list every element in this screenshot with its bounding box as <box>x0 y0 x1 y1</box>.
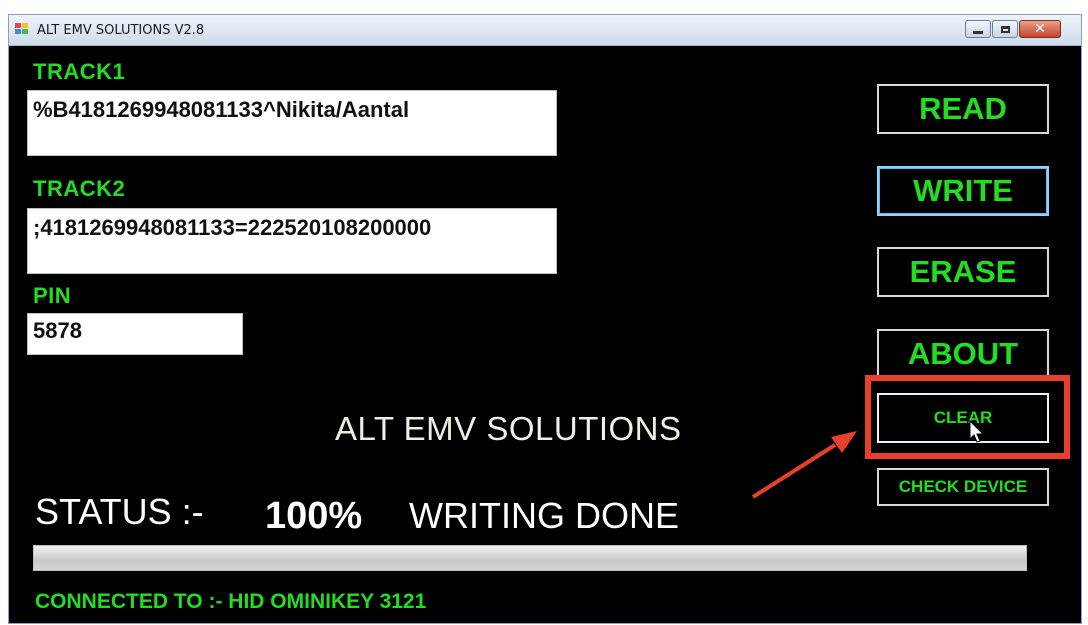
about-button[interactable]: ABOUT <box>877 329 1049 379</box>
track2-label: TRACK2 <box>33 176 126 201</box>
window-title: ALT EMV SOLUTIONS V2.8 <box>37 23 205 38</box>
connected-label: CONNECTED TO :- HID OMINIKEY 3121 <box>35 590 427 613</box>
progress-fill <box>34 546 1026 570</box>
clear-highlight-box <box>865 375 1070 459</box>
minimize-button[interactable] <box>965 20 991 38</box>
close-icon: ✕ <box>1034 21 1046 37</box>
track1-label: TRACK1 <box>33 59 126 84</box>
title-bar[interactable]: ALT EMV SOLUTIONS V2.8 ✕ <box>9 15 1081 46</box>
progress-bar <box>33 545 1027 571</box>
close-button[interactable]: ✕ <box>1019 20 1061 38</box>
read-button[interactable]: READ <box>877 84 1049 134</box>
status-message: WRITING DONE <box>409 495 679 536</box>
brand-title: ALT EMV SOLUTIONS <box>335 410 682 447</box>
arrow-annotation <box>751 431 857 499</box>
track2-input[interactable]: ;4181269948081133=222520108200000 <box>27 208 557 274</box>
write-button[interactable]: WRITE <box>877 166 1049 216</box>
status-percent: 100% <box>265 495 363 537</box>
minimize-icon <box>973 30 983 34</box>
maximize-icon <box>1000 25 1010 33</box>
check-device-button[interactable]: CHECK DEVICE <box>877 468 1049 506</box>
app-window: ALT EMV SOLUTIONS V2.8 ✕ TRACK1 %B418126… <box>8 14 1082 624</box>
mouse-cursor-icon <box>969 420 985 443</box>
track1-input[interactable]: %B4181269948081133^Nikita/Aantal <box>27 90 557 156</box>
status-label: STATUS :- <box>35 491 204 532</box>
app-icon <box>15 23 30 36</box>
erase-button[interactable]: ERASE <box>877 247 1049 297</box>
pin-label: PIN <box>33 283 72 308</box>
maximize-button[interactable] <box>992 20 1018 38</box>
pin-input[interactable]: 5878 <box>27 313 243 355</box>
